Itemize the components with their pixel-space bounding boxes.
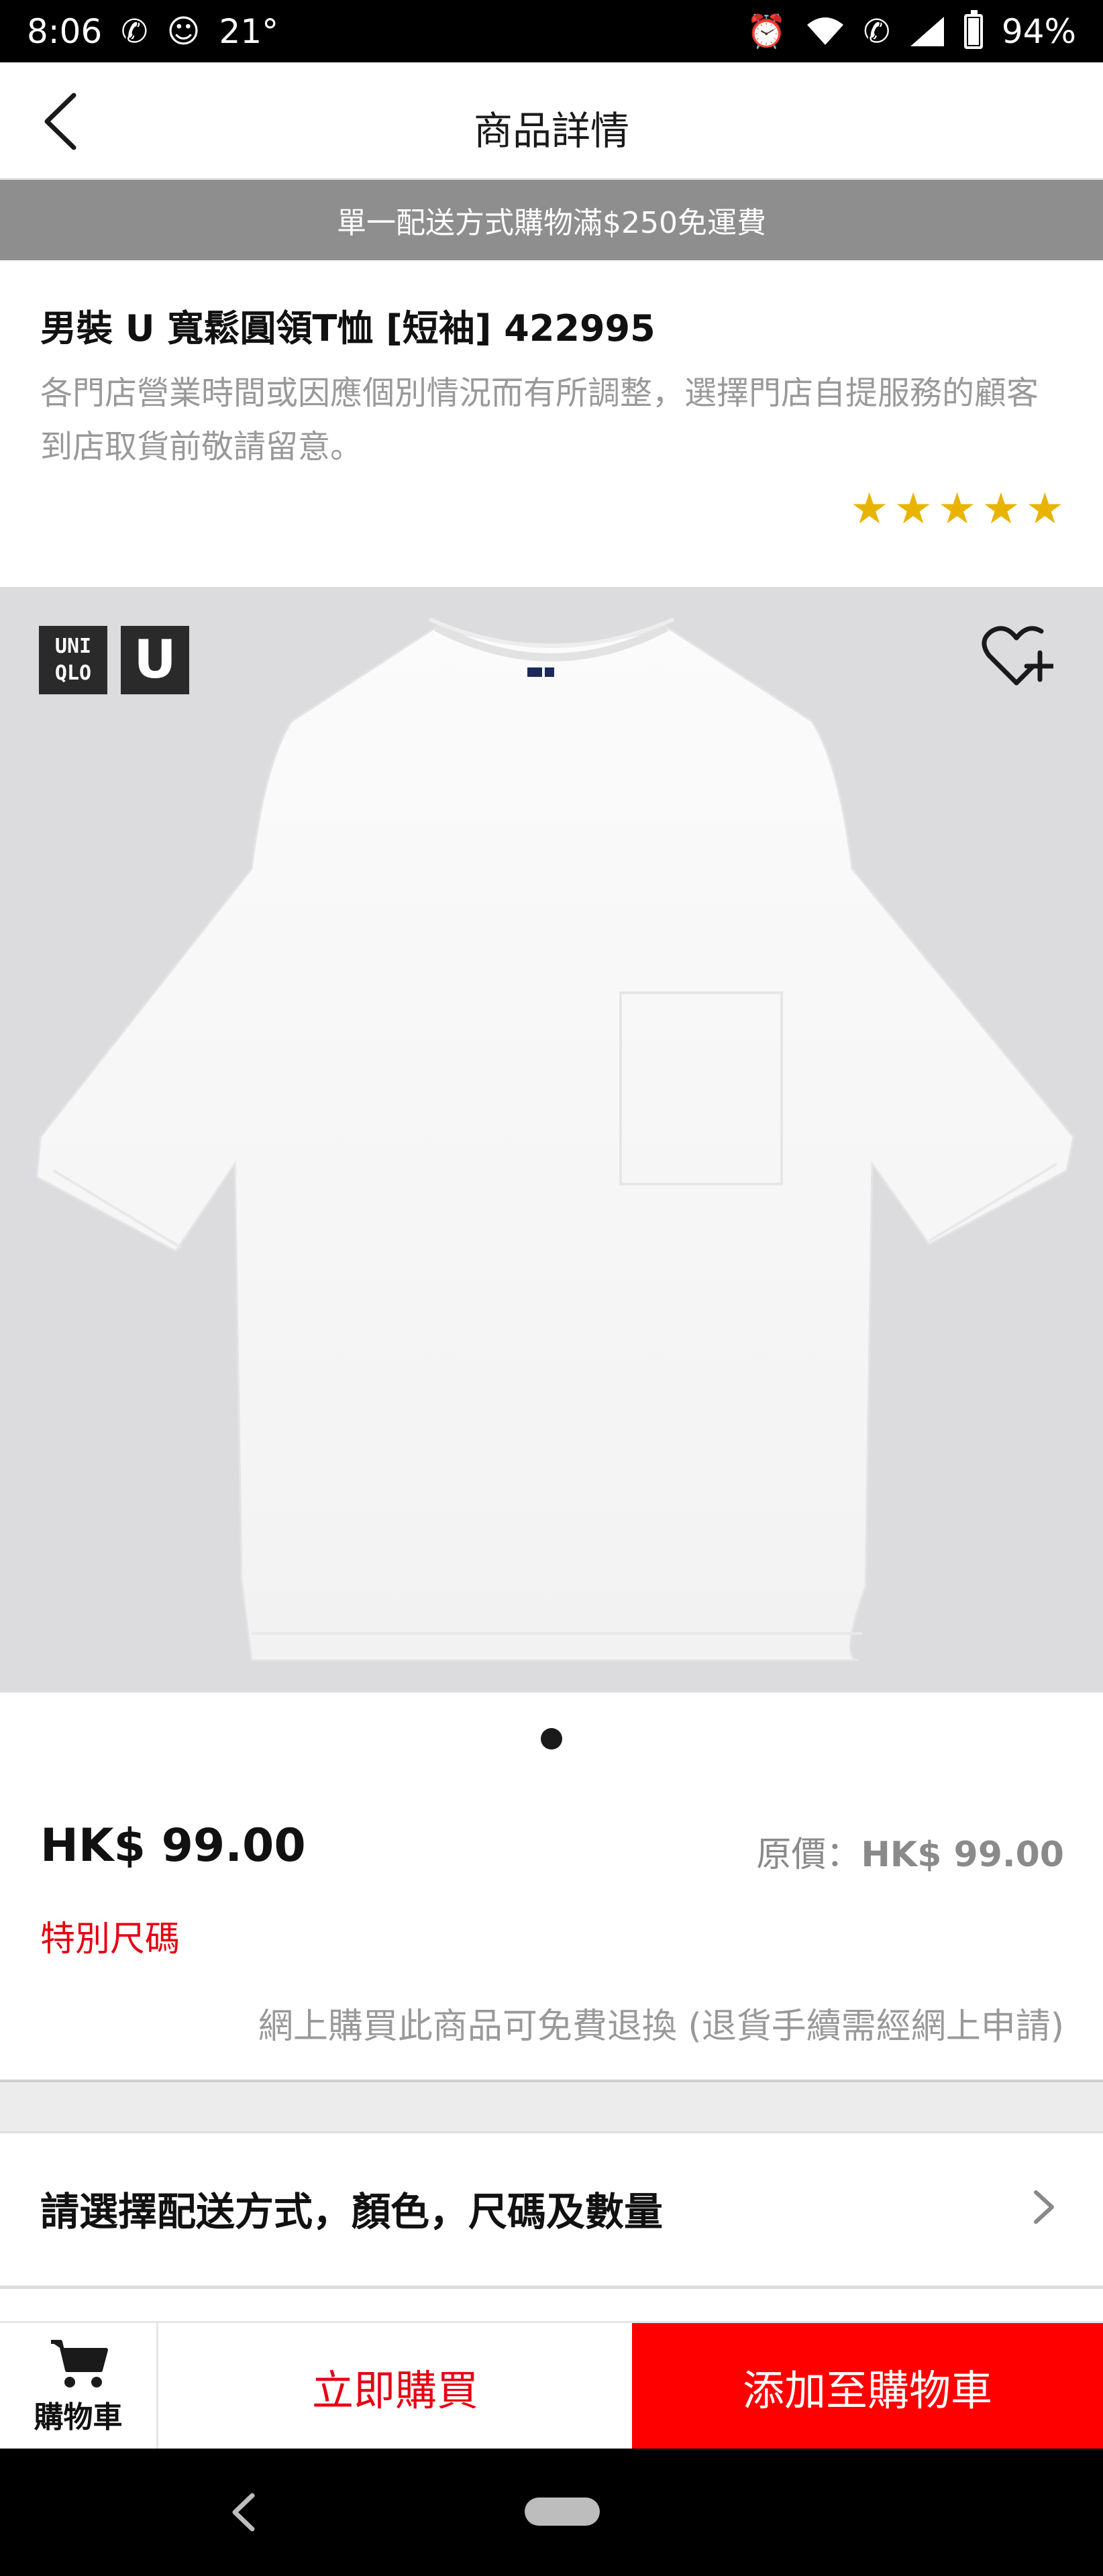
option-selector-label: 請選擇配送方式，顏色，尺碼及數量	[40, 2189, 664, 2235]
alarm-icon: ⏰	[746, 12, 787, 50]
uniqlo-logo: UNI QLO	[39, 626, 107, 694]
u-logo-text: U	[134, 630, 176, 690]
product-name: 男裝 U 寬鬆圓領T恤 [短袖] 422995	[40, 307, 655, 350]
page-title: 商品詳情	[473, 108, 629, 154]
whatsapp-icon: ✆	[121, 12, 148, 50]
product-header: 男裝 U 寬鬆圓領T恤 [短袖] 422995 各門店營業時間或因應個別情況而有…	[40, 299, 1067, 474]
signal-icon	[910, 16, 944, 46]
heart-plus-icon	[982, 626, 1056, 686]
current-price: HK$ 99.00	[40, 1819, 306, 1872]
original-price: 原價：HK$ 99.00	[756, 1826, 1064, 1876]
uniqlo-logo-text: UNI QLO	[54, 635, 92, 685]
store-notice: 各門店營業時間或因應個別情況而有所調整，選擇門店自提服務的顧客到店取貨前敬請留意…	[40, 374, 1039, 466]
smiley-icon: ☺	[166, 12, 201, 50]
status-temperature: 21°	[219, 11, 279, 51]
star-icon: ★	[982, 484, 1020, 534]
cart-button[interactable]: 購物車	[0, 2323, 158, 2451]
call-icon: ✆	[863, 12, 890, 50]
status-time: 8:06	[27, 11, 103, 51]
special-size-badge: 特別尺碼	[40, 1919, 180, 1960]
battery-icon	[963, 9, 983, 49]
status-bar: 8:06 ✆ ☺ 21° ⏰ ✆ 94%	[0, 0, 1103, 62]
system-home-pill[interactable]	[525, 2498, 600, 2526]
promo-text: 單一配送方式購物滿$250免運費	[337, 206, 766, 240]
u-logo: U	[121, 626, 189, 694]
star-icon: ★	[894, 484, 933, 534]
bottom-action-bar: 購物車 立即購買 添加至購物車	[0, 2321, 1103, 2451]
carousel-indicator-dot[interactable]	[541, 1728, 562, 1750]
status-battery: 94%	[1001, 11, 1076, 51]
wifi-icon	[806, 17, 843, 45]
top-nav: 商品詳情	[0, 62, 1103, 180]
return-note: 網上購買此商品可免費退換 (退貨手續需經網上申請)	[258, 2006, 1064, 2047]
promo-banner: 單一配送方式購物滿$250免運費	[0, 180, 1103, 260]
original-price-value: HK$ 99.00	[861, 1835, 1064, 1875]
cart-label: 購物車	[34, 2400, 123, 2434]
buy-now-button[interactable]: 立即購買	[158, 2323, 632, 2451]
chevron-right-icon	[1034, 2190, 1054, 2224]
system-back-icon[interactable]	[221, 2489, 268, 2536]
system-nav-bar	[0, 2449, 1103, 2576]
wishlist-button[interactable]	[980, 619, 1056, 693]
star-icon: ★	[1025, 484, 1064, 534]
status-left: 8:06 ✆ ☺ 21°	[27, 12, 278, 51]
add-to-cart-button[interactable]: 添加至購物車	[632, 2323, 1103, 2451]
original-price-label: 原價：	[756, 1835, 861, 1875]
cart-icon	[50, 2340, 108, 2387]
tshirt-image	[36, 617, 1075, 1662]
rating-stars[interactable]: ★ ★ ★ ★ ★	[850, 484, 1064, 534]
status-right: ⏰ ✆ 94%	[746, 9, 1076, 51]
star-icon: ★	[850, 484, 889, 534]
star-icon: ★	[937, 484, 977, 534]
product-image-carousel[interactable]: UNI QLO U	[0, 587, 1103, 1693]
option-selector[interactable]: 請選擇配送方式，顏色，尺碼及數量	[0, 2133, 1103, 2289]
section-divider	[0, 2080, 1103, 2133]
